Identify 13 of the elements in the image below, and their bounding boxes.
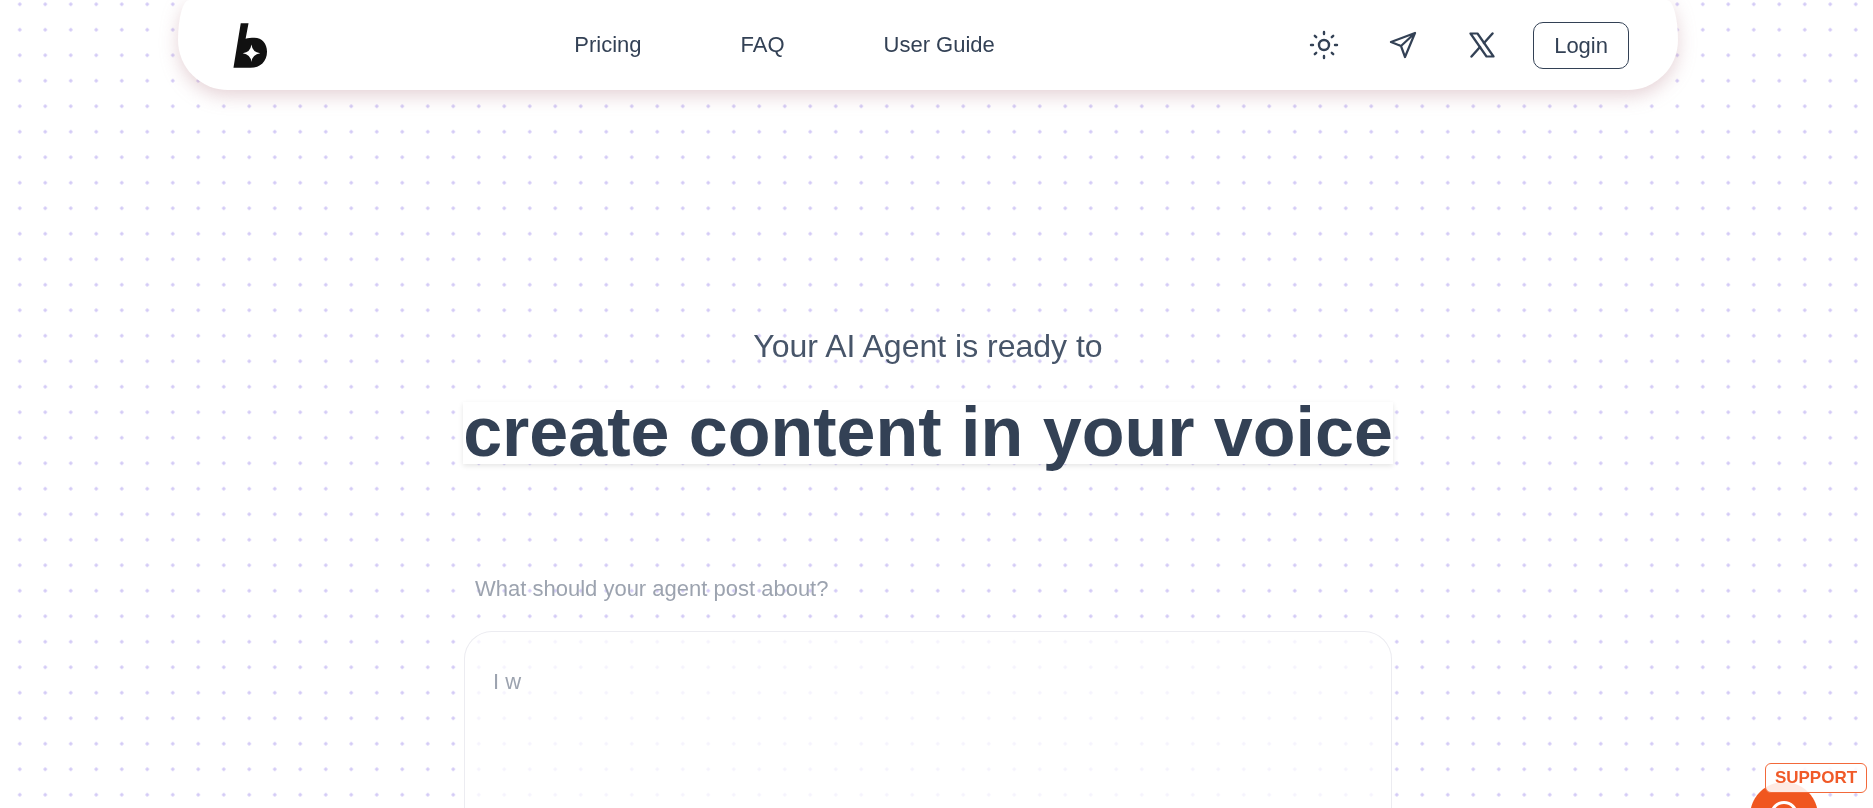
- ring-icon: [1769, 800, 1799, 808]
- paper-plane-icon: [1389, 31, 1418, 59]
- login-button[interactable]: Login: [1533, 21, 1629, 69]
- prompt-label: What should your agent post about?: [474, 575, 830, 603]
- x-logo-icon: [1469, 32, 1496, 58]
- hero-headline: create content in your voice: [457, 392, 1399, 472]
- prompt-text-area[interactable]: I w: [464, 631, 1392, 808]
- nav-link[interactable]: User Guide: [883, 30, 995, 60]
- nav-link[interactable]: FAQ: [740, 30, 785, 60]
- logo-icon[interactable]: [232, 21, 267, 69]
- sun-icon: [1309, 30, 1340, 60]
- hero-subtitle: Your AI Agent is ready to: [752, 327, 1104, 366]
- nav-link[interactable]: Pricing: [574, 30, 642, 60]
